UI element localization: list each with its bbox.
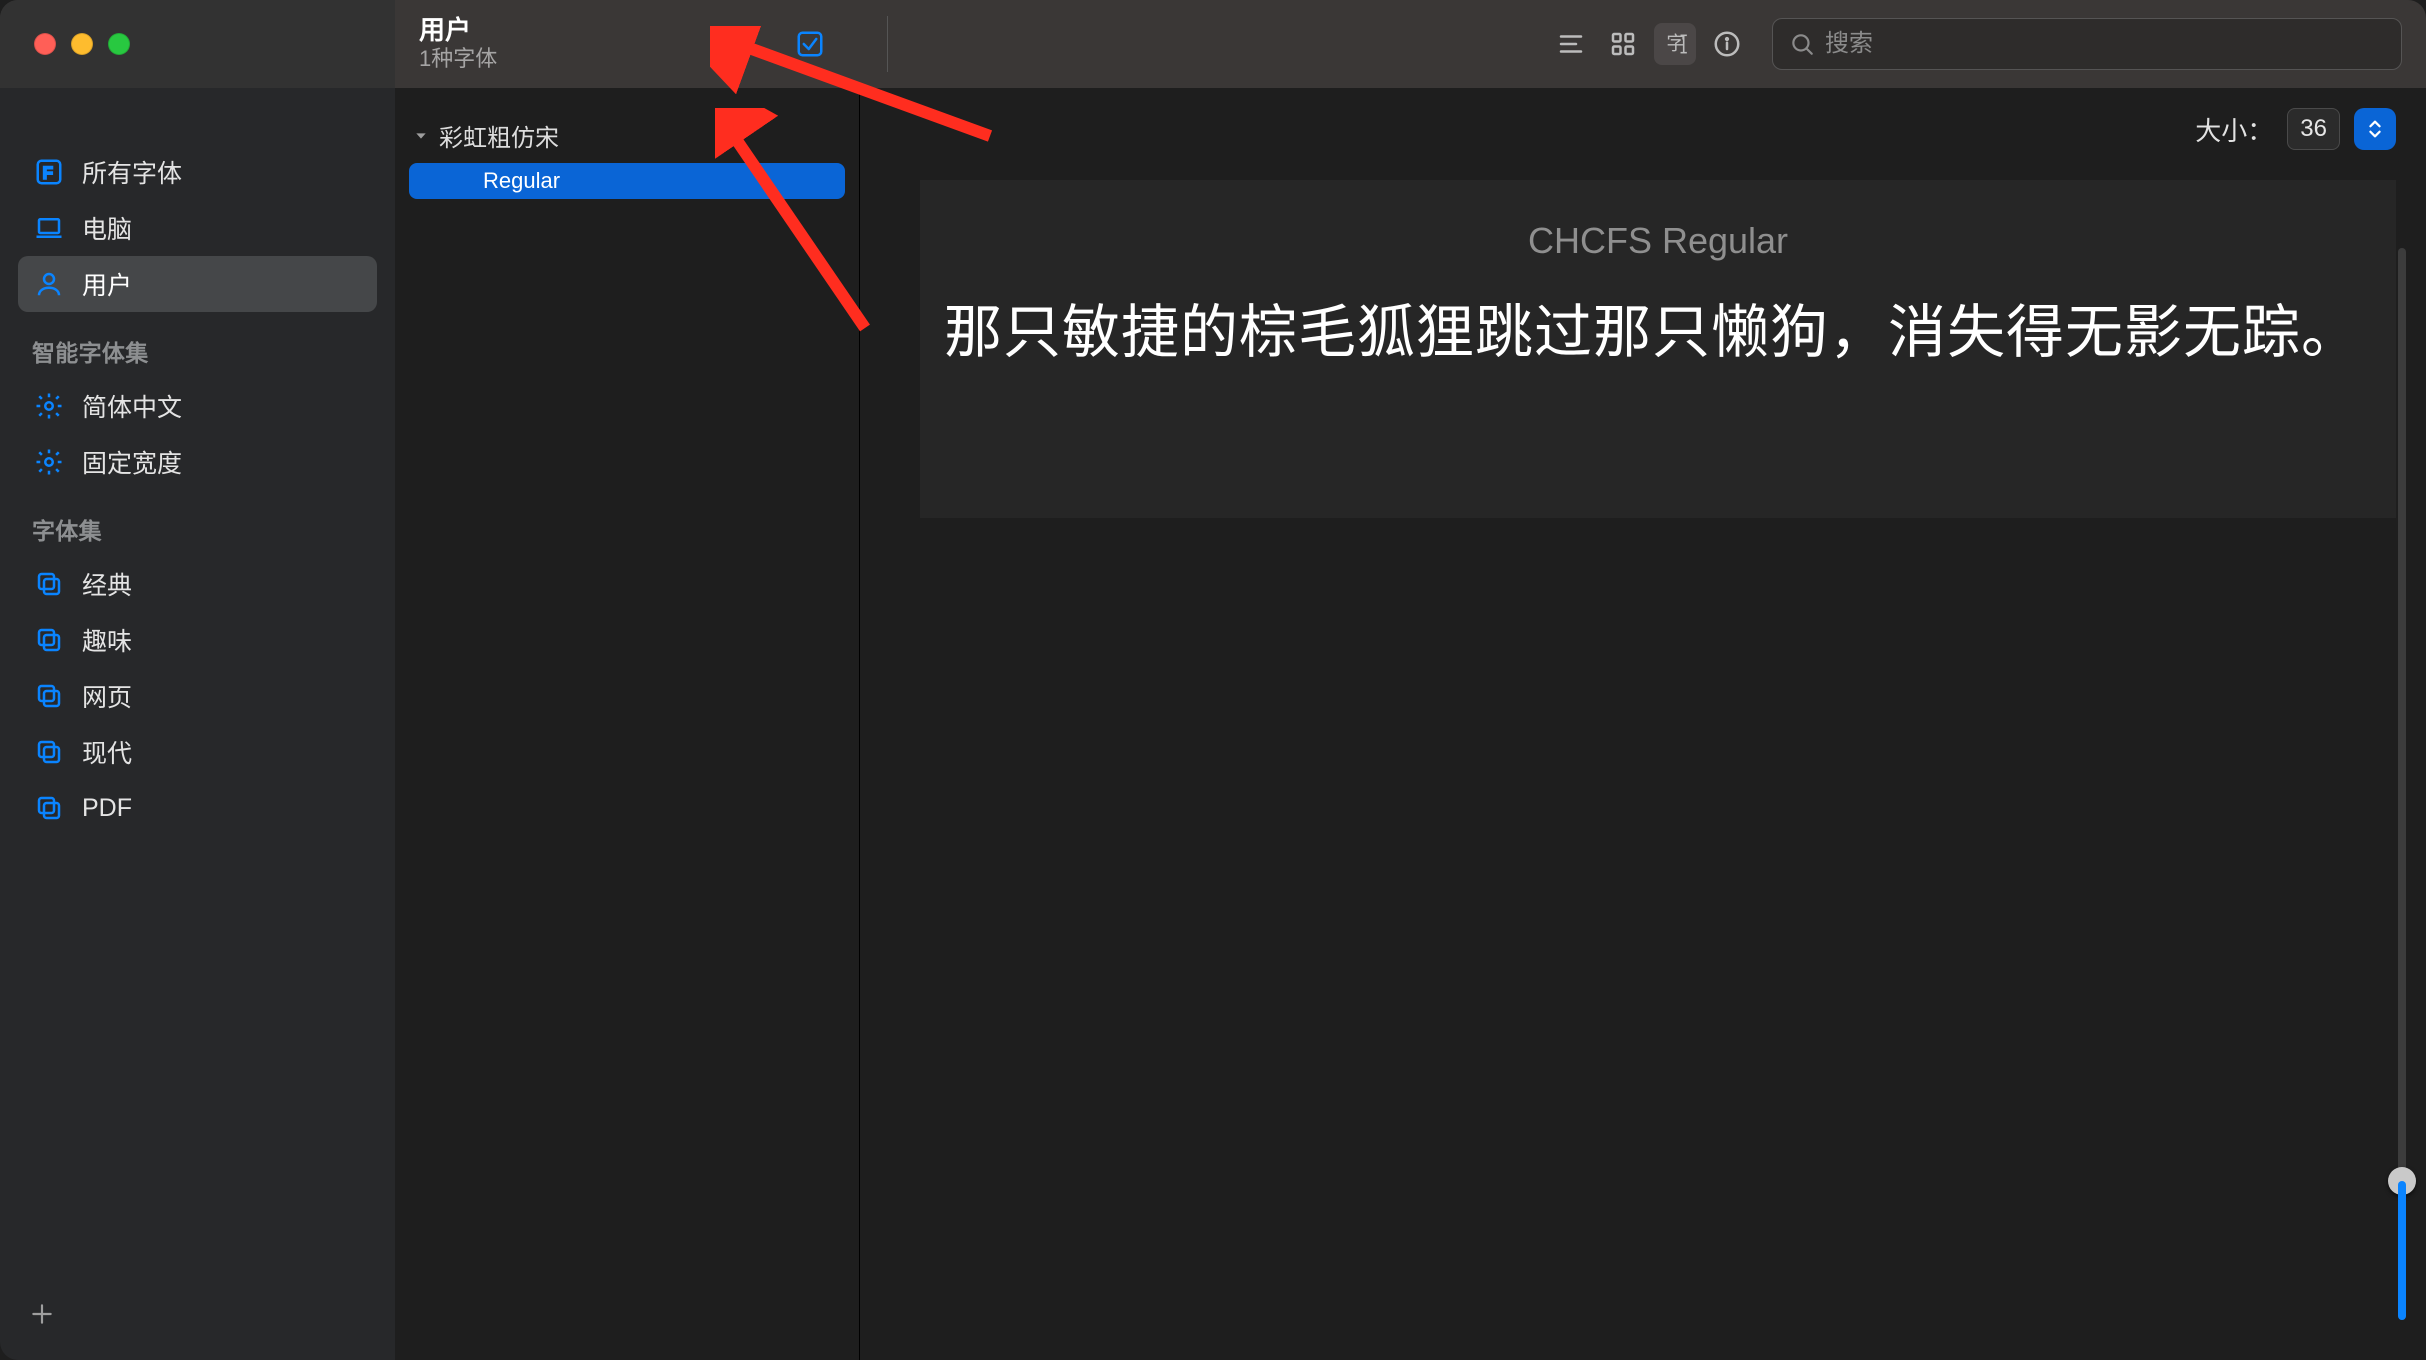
preview-top-bar: 大小： 36 [860,88,2426,150]
copy-icon [34,737,64,767]
sidebar-item-label: 趣味 [82,622,132,658]
add-collection-button[interactable] [24,1296,60,1332]
sidebar-smart: 智能字体集 简体中文 固定宽度 [18,320,377,490]
font-count-subtitle: 1种字体 [419,46,679,72]
close-window-button[interactable] [34,33,56,55]
sidebar-item-simplified-chinese[interactable]: 简体中文 [18,378,377,434]
search-field[interactable] [1772,18,2402,70]
repertoire-view-button[interactable] [1602,23,1644,65]
sidebar-item-label: 用户 [82,266,132,302]
sidebar-item-all-fonts[interactable]: F 所有字体 [18,144,377,200]
size-slider[interactable] [2398,248,2406,1320]
app-body: F 所有字体 电脑 用户 智能字体集 [0,88,2426,1360]
sidebar-section-smart-header: 智能字体集 [18,320,377,378]
copy-icon [34,625,64,655]
sidebar-item-fixed-width[interactable]: 固定宽度 [18,434,377,490]
search-icon [1789,31,1815,57]
preview-pane: 大小： 36 CHCFS Regular 那只敏捷的棕毛狐狸跳过那只懒狗，消失得… [860,88,2426,1360]
sidebar-item-label: PDF [82,794,132,823]
sidebar-section-collections-header: 字体集 [18,498,377,556]
add-font-button[interactable] [713,23,755,65]
preview-font-display-name: CHCFS Regular [944,220,2372,262]
titlebar-right: 字 [1550,0,2426,88]
sidebar-item-modern[interactable]: 现代 [18,724,377,780]
sidebar-item-label: 简体中文 [82,388,182,424]
copy-icon [34,793,64,823]
plus-icon [719,29,749,59]
sidebar-item-web[interactable]: 网页 [18,668,377,724]
copy-icon [34,569,64,599]
size-slider-knob[interactable] [2388,1167,2416,1195]
gear-icon [34,391,64,421]
grid-icon [1608,29,1638,59]
view-switcher: 字 [1550,23,1748,65]
sidebar-item-label: 现代 [82,734,132,770]
chevron-up-down-icon [2364,118,2386,140]
sidebar-collections: 字体集 经典 趣味 网页 现代 [18,498,377,836]
minimize-window-button[interactable] [71,33,93,55]
collection-title: 用户 [419,15,679,46]
sidebar-item-label: 电脑 [82,210,132,246]
zoom-window-button[interactable] [108,33,130,55]
preview-surface: CHCFS Regular 那只敏捷的棕毛狐狸跳过那只懒狗，消失得无影无踪。 [920,180,2396,518]
toolbar-divider [887,16,888,72]
enable-disable-font-button[interactable] [789,23,831,65]
plus-icon [29,1301,55,1327]
font-icon: F [34,157,64,187]
lines-icon [1556,29,1586,59]
sample-view-button[interactable] [1550,23,1592,65]
sidebar-item-fun[interactable]: 趣味 [18,612,377,668]
font-family-row[interactable]: 彩虹粗仿宋 [395,112,859,159]
size-dropdown-button[interactable] [2354,108,2396,150]
traffic-lights [0,0,395,88]
sidebar: F 所有字体 电脑 用户 智能字体集 [0,88,395,1360]
custom-view-button[interactable]: 字 [1654,23,1696,65]
sidebar-item-classic[interactable]: 经典 [18,556,377,612]
info-icon [1712,29,1742,59]
titlebar-content: 用户 1种字体 [395,0,910,88]
sidebar-item-user[interactable]: 用户 [18,256,377,312]
sidebar-item-pdf[interactable]: PDF [18,780,377,836]
sidebar-item-label: 所有字体 [82,154,182,190]
sidebar-item-computer[interactable]: 电脑 [18,200,377,256]
font-family-name: 彩虹粗仿宋 [439,118,559,153]
laptop-icon [34,213,64,243]
svg-text:F: F [43,164,53,182]
sidebar-bottom [18,1286,377,1342]
info-view-button[interactable] [1706,23,1748,65]
gear-icon [34,447,64,477]
titlebar: 用户 1种字体 字 [0,0,2426,88]
sidebar-libraries: F 所有字体 电脑 用户 [18,144,377,312]
checkbox-icon [795,29,825,59]
sidebar-item-label: 固定宽度 [82,444,182,480]
size-value-field[interactable]: 36 [2287,108,2340,150]
sidebar-item-label: 经典 [82,566,132,602]
font-style-name: Regular [483,168,560,194]
header-stack: 用户 1种字体 [419,15,679,73]
user-icon [34,269,64,299]
glyph-cursor-icon: 字 [1660,29,1690,59]
font-style-row-selected[interactable]: Regular [409,163,845,199]
font-list-pane: 彩虹粗仿宋 Regular [395,88,860,1360]
sidebar-item-label: 网页 [82,678,132,714]
copy-icon [34,681,64,711]
chevron-down-icon [413,128,429,144]
search-input[interactable] [1825,30,2385,58]
font-book-window: 用户 1种字体 字 [0,0,2426,1360]
size-label: 大小： [2195,111,2273,148]
preview-sample-text[interactable]: 那只敏捷的棕毛狐狸跳过那只懒狗，消失得无影无踪。 [944,288,2372,378]
